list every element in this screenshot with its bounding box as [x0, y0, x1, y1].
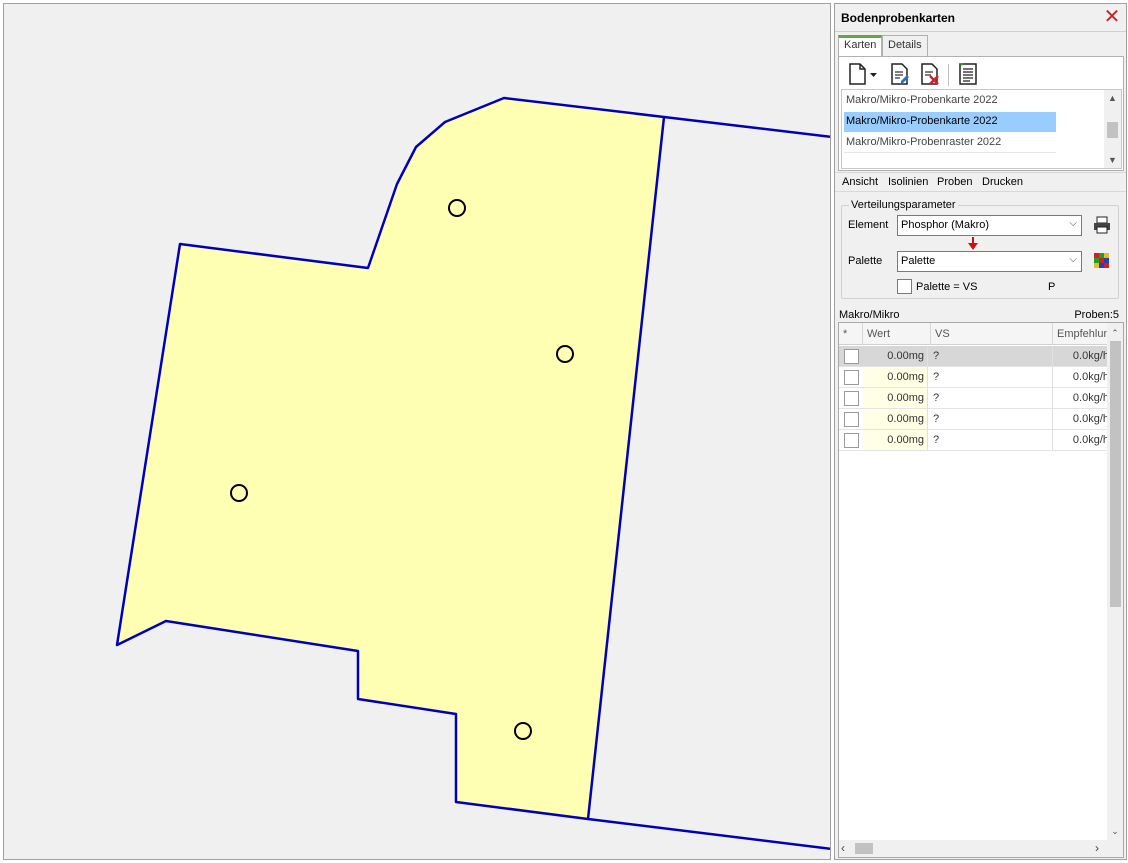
color-palette-icon[interactable]: [1094, 253, 1110, 269]
column-header-select[interactable]: *: [839, 323, 863, 345]
chevron-down-icon: ⌵: [1069, 218, 1077, 229]
menu-proben[interactable]: Proben: [937, 176, 972, 188]
arrow-down-icon: [967, 237, 979, 251]
scroll-thumb[interactable]: [1107, 122, 1118, 138]
menu-ansicht[interactable]: Ansicht: [842, 176, 878, 188]
column-header-empfehlung[interactable]: Empfehlun: [1053, 323, 1110, 345]
scroll-up-icon[interactable]: ▲: [1104, 90, 1121, 106]
palette-label: Palette: [848, 255, 883, 267]
table-row[interactable]: 0.00mg ? 0.0kg/h: [839, 409, 1109, 430]
cell-vs[interactable]: ?: [931, 388, 1053, 408]
maps-list[interactable]: Makro/Mikro-Probenkarte 2022 Makro/Mikro…: [841, 89, 1122, 169]
cell-empfehlung[interactable]: 0.0kg/h: [1053, 388, 1109, 408]
scroll-right-icon[interactable]: ›: [1095, 841, 1099, 855]
scroll-left-icon[interactable]: ‹: [841, 841, 845, 855]
scroll-down-icon[interactable]: ▼: [1104, 152, 1121, 168]
group-legend: Verteilungsparameter: [849, 199, 958, 211]
table-header: * Wert VS Empfehlun: [839, 323, 1110, 345]
row-checkbox[interactable]: [844, 391, 859, 406]
maps-list-scrollbar[interactable]: ▲ ▼: [1104, 90, 1121, 168]
status-sample-count: Proben:5: [1074, 309, 1119, 321]
neighbor-boundary-bottom: [587, 817, 830, 851]
cell-vs[interactable]: ?: [931, 409, 1053, 429]
row-checkbox[interactable]: [844, 349, 859, 364]
cell-wert[interactable]: 0.00mg: [863, 388, 928, 408]
printer-icon[interactable]: [1092, 215, 1112, 235]
palette-vs-label: Palette = VS: [916, 281, 978, 293]
table-row[interactable]: 0.00mg ? 0.0kg/h: [839, 367, 1109, 388]
tab-bar: Karten Details: [838, 35, 1122, 57]
row-checkbox[interactable]: [844, 412, 859, 427]
palette-select[interactable]: Palette ⌵: [897, 251, 1082, 272]
row-checkbox[interactable]: [844, 370, 859, 385]
list-item[interactable]: Makro/Mikro-Probenkarte 2022: [844, 91, 1056, 111]
palette-select-value: Palette: [901, 255, 936, 267]
table-row[interactable]: 0.00mg ? 0.0kg/h: [839, 346, 1109, 367]
map-canvas[interactable]: [3, 3, 831, 860]
list-item-selected[interactable]: Makro/Mikro-Probenkarte 2022: [844, 112, 1056, 132]
edit-document-icon[interactable]: [887, 61, 913, 87]
samples-table: * Wert VS Empfehlun 0.00mg ? 0.0kg/h 0.0…: [838, 322, 1124, 858]
scroll-thumb[interactable]: [1110, 341, 1121, 607]
panel-header: Bodenprobenkarten ✕: [835, 4, 1126, 32]
delete-document-icon[interactable]: [917, 61, 943, 87]
cell-vs[interactable]: ?: [931, 367, 1053, 387]
cell-empfehlung[interactable]: 0.0kg/h: [1053, 346, 1109, 366]
cell-vs[interactable]: ?: [931, 346, 1053, 366]
cell-wert[interactable]: 0.00mg: [863, 430, 928, 450]
map-svg: [115, 96, 830, 851]
menu-isolinien[interactable]: Isolinien: [888, 176, 928, 188]
dropdown-arrow-icon[interactable]: [868, 61, 880, 87]
cell-wert[interactable]: 0.00mg: [863, 409, 928, 429]
close-icon[interactable]: ✕: [1102, 7, 1122, 27]
table-horizontal-scrollbar[interactable]: ‹ ›: [839, 840, 1123, 857]
tab-details[interactable]: Details: [882, 35, 928, 57]
toolbar: [845, 61, 1115, 87]
tab-karten[interactable]: Karten: [838, 35, 883, 57]
menu-drucken[interactable]: Drucken: [982, 176, 1023, 188]
neighbor-boundary-top: [663, 115, 830, 139]
cell-empfehlung[interactable]: 0.0kg/h: [1053, 430, 1109, 450]
element-label: Element: [848, 219, 889, 231]
field-polygon[interactable]: [115, 96, 666, 821]
scroll-up-icon[interactable]: ⌃: [1107, 325, 1123, 341]
panel-title: Bodenprobenkarten: [841, 11, 956, 25]
report-icon[interactable]: [955, 61, 981, 87]
table-row[interactable]: 0.00mg ? 0.0kg/h: [839, 388, 1109, 409]
row-checkbox[interactable]: [844, 433, 859, 448]
cell-vs[interactable]: ?: [931, 430, 1053, 450]
cell-wert[interactable]: 0.00mg: [863, 346, 928, 366]
column-header-wert[interactable]: Wert: [863, 323, 931, 345]
palette-vs-checkbox[interactable]: [897, 279, 912, 294]
element-select[interactable]: Phosphor (Makro) ⌵: [897, 215, 1082, 236]
soil-sample-maps-panel: Bodenprobenkarten ✕ Karten Details Makro…: [834, 3, 1127, 860]
cell-empfehlung[interactable]: 0.0kg/h: [1053, 367, 1109, 387]
column-header-vs[interactable]: VS: [931, 323, 1053, 345]
cell-empfehlung[interactable]: 0.0kg/h: [1053, 409, 1109, 429]
scroll-thumb[interactable]: [855, 843, 873, 854]
element-select-value: Phosphor (Makro): [901, 219, 990, 231]
toolbar-separator: [948, 64, 949, 86]
scroll-down-icon[interactable]: ⌄: [1107, 823, 1123, 839]
chevron-down-icon: ⌵: [1069, 254, 1077, 265]
tab-content-karten: Makro/Mikro-Probenkarte 2022 Makro/Mikro…: [838, 56, 1124, 171]
element-symbol: P: [1048, 281, 1056, 293]
table-vertical-scrollbar[interactable]: ⌃ ⌄: [1107, 323, 1123, 840]
cell-wert[interactable]: 0.00mg: [863, 367, 928, 387]
list-item[interactable]: Makro/Mikro-Probenraster 2022: [844, 133, 1056, 153]
status-category: Makro/Mikro: [839, 309, 900, 321]
table-row[interactable]: 0.00mg ? 0.0kg/h: [839, 430, 1109, 451]
menu-bar: Ansicht Isolinien Proben Drucken: [835, 172, 1126, 192]
